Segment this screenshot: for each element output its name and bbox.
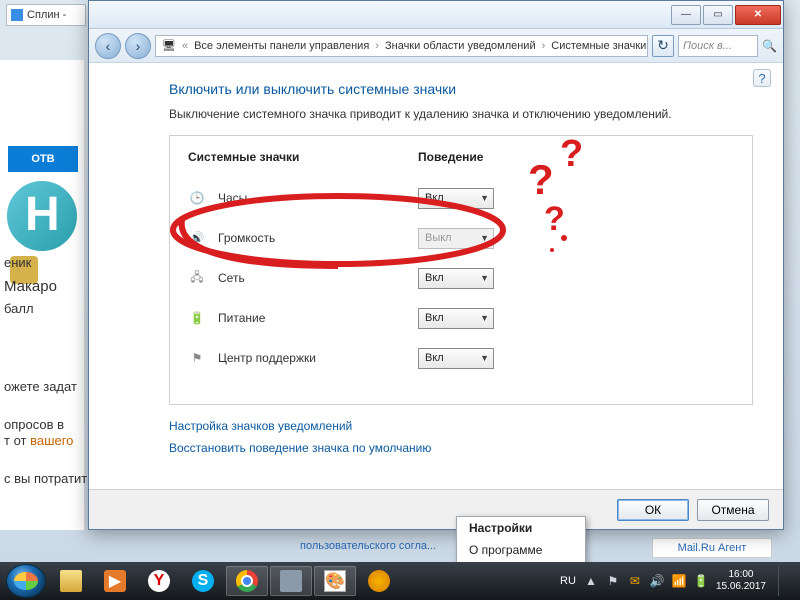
side-text: с вы потратит bbox=[4, 470, 87, 488]
taskbar-control-panel-icon[interactable] bbox=[270, 566, 312, 596]
taskbar-explorer-icon[interactable] bbox=[50, 566, 92, 596]
taskbar-pinned: ▶ Y S 🎨 bbox=[50, 566, 400, 596]
browser-tab[interactable]: Сплин - bbox=[6, 4, 86, 26]
row-label: Громкость bbox=[218, 231, 275, 245]
row-label: Часы bbox=[218, 191, 247, 205]
clock-icon: 🕒 bbox=[188, 189, 206, 207]
breadcrumb[interactable]: Системные значки bbox=[551, 40, 646, 52]
links-area: Настройка значков уведомлений Восстанови… bbox=[169, 419, 753, 455]
system-tray: RU ▲ ⚑ ✉ 🔊 📶 🔋 16:00 15.06.2017 bbox=[560, 566, 794, 596]
chevron-down-icon: ▼ bbox=[480, 273, 489, 283]
behavior-dropdown-disabled: Выкл▼ bbox=[418, 228, 494, 249]
breadcrumb[interactable]: Все элементы панели управления bbox=[194, 40, 369, 52]
taskbar-paint-icon[interactable]: 🎨 bbox=[314, 566, 356, 596]
window-titlebar[interactable]: — ▭ ✕ bbox=[89, 1, 783, 29]
table-header: Системные значки Поведение bbox=[188, 150, 734, 164]
table-row-network: 🖧 Сеть Вкл▼ bbox=[188, 258, 734, 298]
mailru-agent-button[interactable]: Mail.Ru Агент bbox=[652, 538, 772, 558]
computer-icon: 🖥 bbox=[162, 39, 176, 52]
tray-network-icon[interactable]: 📶 bbox=[672, 574, 686, 588]
chevron-right-icon: › bbox=[542, 40, 546, 52]
tab-favicon bbox=[11, 9, 23, 21]
col-icons: Системные значки bbox=[188, 150, 418, 164]
window-close-button[interactable]: ✕ bbox=[735, 5, 781, 25]
taskbar: ▶ Y S 🎨 RU ▲ ⚑ ✉ 🔊 📶 🔋 16:00 15.06.2017 bbox=[0, 562, 800, 600]
tray-up-icon[interactable]: ▲ bbox=[584, 574, 598, 588]
tab-title: Сплин - bbox=[27, 9, 66, 21]
tray-date: 15.06.2017 bbox=[716, 581, 766, 593]
taskbar-yandex-icon[interactable]: Y bbox=[138, 566, 180, 596]
taskbar-app-icon[interactable] bbox=[358, 566, 400, 596]
show-desktop-button[interactable] bbox=[778, 566, 788, 596]
chevron-down-icon: ▼ bbox=[480, 193, 489, 203]
footer-link[interactable]: пользовательского согла... bbox=[300, 540, 436, 552]
nav-forward-button[interactable]: › bbox=[125, 33, 151, 59]
chevron-down-icon: ▼ bbox=[480, 233, 489, 243]
refresh-button[interactable]: ↻ bbox=[652, 35, 674, 57]
side-text: т от вашего bbox=[4, 432, 73, 450]
behavior-dropdown[interactable]: Вкл▼ bbox=[418, 308, 494, 329]
system-icons-table: Системные значки Поведение 🕒 Часы Вкл▼ 🔊 Г… bbox=[169, 135, 753, 405]
behavior-dropdown[interactable]: Вкл▼ bbox=[418, 348, 494, 369]
tray-time: 16:00 bbox=[716, 569, 766, 581]
address-bar[interactable]: 🖥 « Все элементы панели управления › Зна… bbox=[155, 35, 648, 57]
chevron-down-icon: ▼ bbox=[480, 313, 489, 323]
nav-back-button[interactable]: ‹ bbox=[95, 33, 121, 59]
side-text: балл bbox=[4, 300, 34, 318]
side-text: еник bbox=[4, 254, 31, 272]
taskbar-skype-icon[interactable]: S bbox=[182, 566, 224, 596]
taskbar-chrome-icon[interactable] bbox=[226, 566, 268, 596]
tray-flag-icon[interactable]: ⚑ bbox=[606, 574, 620, 588]
configure-notification-icons-link[interactable]: Настройка значков уведомлений bbox=[169, 419, 753, 433]
menu-item-about[interactable]: О программе bbox=[457, 539, 585, 561]
side-username: Макаро bbox=[4, 276, 57, 297]
row-label: Центр поддержки bbox=[218, 351, 316, 365]
page-title: Включить или выключить системные значки bbox=[169, 81, 753, 97]
search-input[interactable]: Поиск в... bbox=[678, 35, 758, 57]
page-subtitle: Выключение системного значка приводит к … bbox=[169, 107, 753, 121]
behavior-dropdown[interactable]: Вкл▼ bbox=[418, 188, 494, 209]
tray-clock[interactable]: 16:00 15.06.2017 bbox=[716, 569, 766, 593]
network-icon: 🖧 bbox=[188, 269, 206, 287]
breadcrumb[interactable]: Значки области уведомлений bbox=[385, 40, 536, 52]
tray-volume-icon[interactable]: 🔊 bbox=[650, 574, 664, 588]
table-row-power: 🔋 Питание Вкл▼ bbox=[188, 298, 734, 338]
chevron-icon: « bbox=[182, 40, 188, 52]
start-button[interactable] bbox=[6, 564, 46, 598]
menu-item-settings[interactable]: Настройки bbox=[457, 517, 585, 539]
table-row-clock: 🕒 Часы Вкл▼ bbox=[188, 178, 734, 218]
tray-msg-icon[interactable]: ✉ bbox=[628, 574, 642, 588]
chevron-right-icon: › bbox=[375, 40, 379, 52]
col-behavior: Поведение bbox=[418, 150, 483, 164]
table-row-volume: 🔊 Громкость Выкл▼ bbox=[188, 218, 734, 258]
tray-battery-icon[interactable]: 🔋 bbox=[694, 574, 708, 588]
system-icons-window: — ▭ ✕ ‹ › 🖥 « Все элементы панели управл… bbox=[88, 0, 784, 530]
ok-button[interactable]: ОК bbox=[617, 499, 689, 521]
speaker-icon: 🔊 bbox=[188, 229, 206, 247]
window-footer: ОК Отмена bbox=[89, 489, 783, 529]
chevron-down-icon: ▼ bbox=[480, 353, 489, 363]
row-label: Питание bbox=[218, 311, 265, 325]
window-body: Включить или выключить системные значки … bbox=[89, 63, 783, 471]
behavior-dropdown[interactable]: Вкл▼ bbox=[418, 268, 494, 289]
row-label: Сеть bbox=[218, 271, 245, 285]
answer-button[interactable]: ОТВ bbox=[8, 146, 78, 172]
explorer-nav: ‹ › 🖥 « Все элементы панели управления ›… bbox=[89, 29, 783, 63]
side-text: ожете задат bbox=[4, 378, 77, 396]
taskbar-media-icon[interactable]: ▶ bbox=[94, 566, 136, 596]
search-icon[interactable]: 🔍 bbox=[762, 39, 777, 53]
language-indicator[interactable]: RU bbox=[560, 575, 576, 587]
help-button[interactable]: ? bbox=[753, 69, 771, 87]
window-minimize-button[interactable]: — bbox=[671, 5, 701, 25]
flag-icon: ⚑ bbox=[188, 349, 206, 367]
restore-default-link[interactable]: Восстановить поведение значка по умолчан… bbox=[169, 441, 753, 455]
table-row-action-center: ⚑ Центр поддержки Вкл▼ bbox=[188, 338, 734, 378]
window-maximize-button[interactable]: ▭ bbox=[703, 5, 733, 25]
cancel-button[interactable]: Отмена bbox=[697, 499, 769, 521]
avatar[interactable] bbox=[4, 178, 80, 254]
battery-icon: 🔋 bbox=[188, 309, 206, 327]
